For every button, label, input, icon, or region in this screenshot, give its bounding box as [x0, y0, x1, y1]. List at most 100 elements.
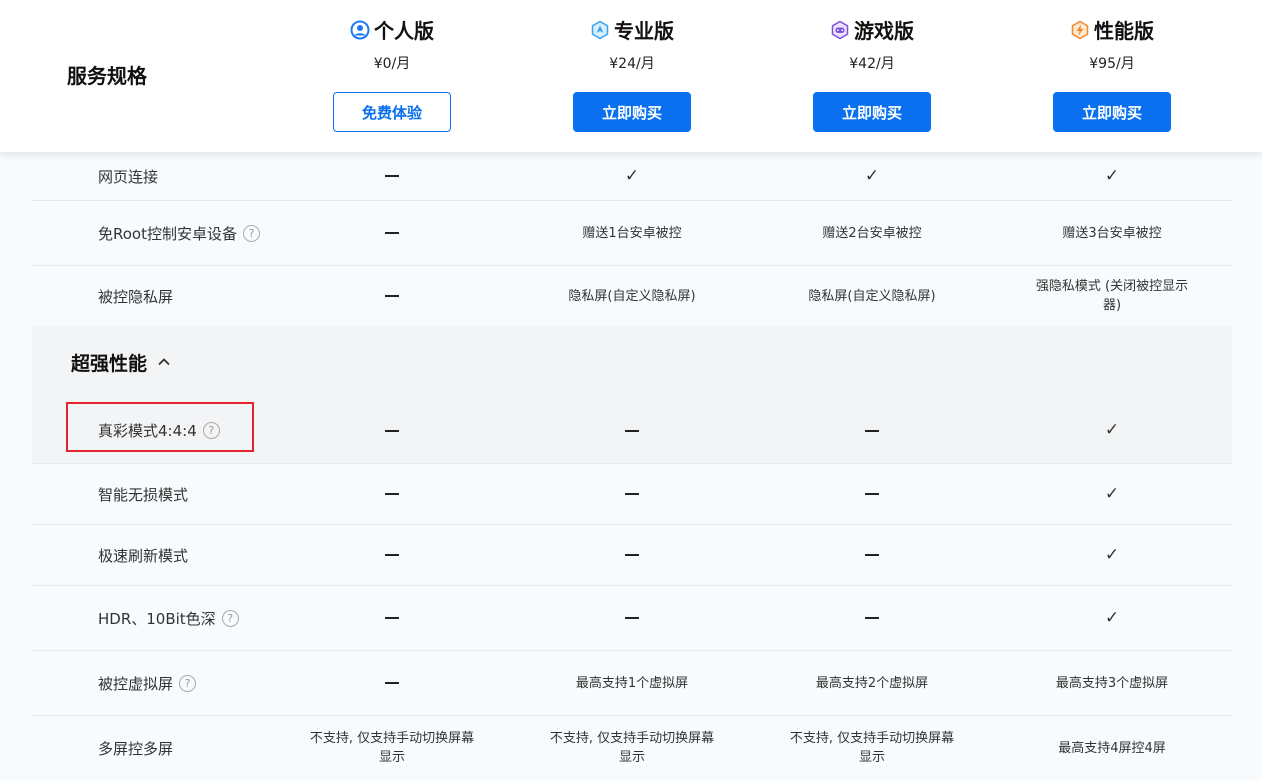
buy-game-button[interactable]: 立即购买 [813, 92, 931, 132]
row-label: 极速刷新模式 [98, 546, 189, 565]
cell-personal [272, 586, 512, 650]
cell-performance: ✓ [992, 586, 1232, 650]
cell-personal [272, 651, 512, 715]
cell-performance: 赠送3台安卓被控 [1062, 225, 1162, 241]
plan-name-text: 性能版 [1094, 19, 1154, 43]
cell-personal: 不支持, 仅支持手动切换屏幕显示 [309, 731, 475, 765]
help-icon[interactable]: ? [221, 609, 239, 627]
dash-icon [385, 295, 399, 297]
section-title: 超强性能 [71, 326, 171, 398]
bolt-icon [1071, 20, 1089, 39]
spec-title: 服务规格 [67, 64, 147, 88]
row-label: 被控虚拟屏? [98, 651, 197, 715]
cell-game: 隐私屏(自定义隐私屏) [808, 288, 936, 304]
table-row: 智能无损模式 ✓ [32, 464, 1232, 525]
cell-performance: ✓ [992, 464, 1232, 524]
dash-icon [625, 429, 639, 432]
row-label: 智能无损模式 [98, 485, 189, 504]
user-icon [350, 20, 370, 39]
cell-performance: ✓ [992, 525, 1232, 585]
table-row: HDR、10Bit色深? ✓ [32, 586, 1232, 651]
check-icon: ✓ [624, 165, 640, 186]
dash-icon [865, 617, 879, 619]
cell-personal [272, 398, 512, 463]
plan-game: 游戏版 ¥42/月 立即购买 [752, 0, 992, 152]
plan-name-performance: 性能版 [992, 15, 1232, 44]
table-row: 被控虚拟屏? 最高支持1个虚拟屏 最高支持2个虚拟屏 最高支持3个虚拟屏 [32, 651, 1232, 716]
cell-pro [512, 398, 752, 463]
row-label: 被控隐私屏 [98, 287, 174, 306]
help-icon[interactable]: ? [179, 674, 197, 692]
game-icon [831, 20, 849, 39]
plan-performance: 性能版 ¥95/月 立即购买 [992, 0, 1232, 152]
cell-game: 不支持, 仅支持手动切换屏幕显示 [789, 731, 955, 765]
cell-pro [512, 586, 752, 650]
check-icon: ✓ [1104, 420, 1120, 440]
help-icon[interactable]: ? [243, 224, 260, 242]
free-trial-button[interactable]: 免费体验 [333, 92, 451, 132]
dash-icon [385, 429, 399, 432]
cell-personal [272, 152, 512, 200]
plan-price: ¥95/月 [1089, 56, 1135, 72]
cell-pro: 隐私屏(自定义隐私屏) [568, 288, 696, 304]
plan-personal: 个人版 ¥0/月 免费体验 [272, 0, 512, 152]
row-label: HDR、10Bit色深? [98, 586, 239, 650]
cell-pro [512, 464, 752, 524]
table-row: 网页连接 ✓ ✓ ✓ [32, 152, 1232, 201]
cell-personal [272, 266, 512, 326]
plan-name-text: 个人版 [374, 19, 434, 43]
dash-icon [385, 493, 399, 495]
cell-pro: 赠送1台安卓被控 [582, 225, 682, 241]
dash-icon [865, 493, 879, 495]
dash-icon [625, 493, 639, 495]
plan-name-game: 游戏版 [752, 15, 992, 44]
plan-price: ¥42/月 [849, 56, 895, 72]
plan-price: ¥24/月 [609, 56, 655, 72]
chevron-up-icon[interactable] [157, 355, 171, 369]
plan-name-personal: 个人版 [272, 15, 512, 44]
cell-pro: 不支持, 仅支持手动切换屏幕显示 [549, 731, 715, 765]
dash-icon [865, 429, 879, 432]
dash-icon [385, 175, 399, 177]
dash-icon [625, 617, 639, 619]
table-row: 多屏控多屏 不支持, 仅支持手动切换屏幕显示 不支持, 仅支持手动切换屏幕显示 … [32, 716, 1232, 780]
section-header[interactable]: 超强性能 [32, 326, 1232, 398]
plan-name-text: 游戏版 [854, 19, 914, 43]
plan-price: ¥0/月 [373, 56, 411, 72]
buy-performance-button[interactable]: 立即购买 [1053, 92, 1171, 132]
cell-personal [272, 464, 512, 524]
table-row: 免Root控制安卓设备? 赠送1台安卓被控 赠送2台安卓被控 赠送3台安卓被控 [32, 201, 1232, 266]
cell-game [752, 464, 992, 524]
highlight-box [66, 402, 254, 452]
dash-icon [625, 554, 639, 556]
cell-game [752, 525, 992, 585]
table-row: 极速刷新模式 ✓ [32, 525, 1232, 586]
dash-icon [385, 232, 399, 234]
cell-pro: ✓ [512, 152, 752, 200]
cell-game: ✓ [752, 152, 992, 200]
cell-game: 赠送2台安卓被控 [822, 225, 922, 241]
cell-performance: 最高支持3个虚拟屏 [1055, 675, 1169, 691]
plan-name-pro: 专业版 [512, 15, 752, 44]
check-icon: ✓ [1104, 483, 1120, 504]
cell-performance: 强隐私模式 (关闭被控显示器) [1035, 279, 1189, 313]
cell-game [752, 398, 992, 463]
cell-performance: 最高支持4屏控4屏 [1058, 740, 1166, 756]
cell-game [752, 586, 992, 650]
cell-personal [272, 201, 512, 265]
row-label: 多屏控多屏 [98, 739, 174, 758]
dash-icon [385, 682, 399, 684]
pricing-header: 服务规格 个人版 ¥0/月 免费体验 专业版 ¥24/月 立即购买 游戏版 ¥4… [0, 0, 1262, 152]
dash-icon [385, 554, 399, 556]
dash-icon [385, 617, 399, 619]
row-label: 网页连接 [98, 167, 159, 186]
cell-personal [272, 525, 512, 585]
cell-pro [512, 525, 752, 585]
buy-pro-button[interactable]: 立即购买 [573, 92, 691, 132]
plan-pro: 专业版 ¥24/月 立即购买 [512, 0, 752, 152]
check-icon: ✓ [1104, 607, 1120, 628]
check-icon: ✓ [864, 165, 880, 186]
row-label: 免Root控制安卓设备? [98, 201, 260, 265]
table-row: 被控隐私屏 隐私屏(自定义隐私屏) 隐私屏(自定义隐私屏) 强隐私模式 (关闭被… [32, 266, 1232, 326]
check-icon: ✓ [1104, 165, 1120, 186]
